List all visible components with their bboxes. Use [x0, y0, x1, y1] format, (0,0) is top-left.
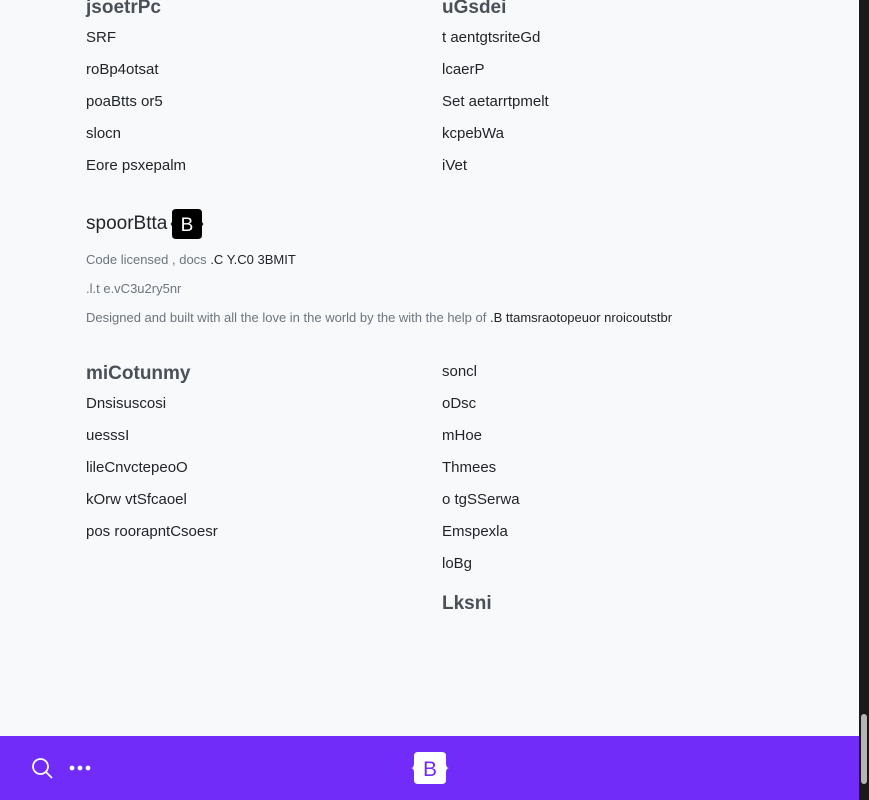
footer-link[interactable]: kOrw vtSfcaoel: [86, 484, 218, 516]
logo-letter: B: [181, 215, 194, 236]
license-text: Code licensed , docs: [86, 252, 207, 267]
footer-link[interactable]: t aentgtsriteGd: [442, 22, 549, 54]
brand-link[interactable]: spoorBtta B: [86, 207, 205, 241]
footer-link[interactable]: kcpebWa: [442, 118, 549, 150]
footer-link[interactable]: oDsc: [442, 388, 520, 420]
footer-link[interactable]: pos roorapntCsoesr: [86, 516, 218, 548]
credit-link[interactable]: .B ttamsraotopeuor nroicoutstbr: [490, 310, 672, 325]
license-line: Code licensed , docs .C Y.C0 3BMIT: [86, 252, 296, 267]
version-text: .l.t e.vC3u2ry5nr: [86, 281, 182, 296]
logo-letter: B: [423, 758, 437, 781]
footer-link[interactable]: poaBtts or5: [86, 86, 186, 118]
vertical-scrollbar[interactable]: [859, 0, 869, 800]
section-heading: jsoetrPc: [86, 0, 161, 18]
section-bottom-right: soncl oDsc mHoe Thmees o tgSSerwa Emspex…: [442, 356, 520, 616]
footer-content: jsoetrPc SRF roBp4otsat poaBtts or5 sloc…: [0, 0, 859, 736]
footer-link[interactable]: iVet: [442, 150, 549, 182]
bottom-navbar: B: [0, 736, 859, 800]
footer-link[interactable]: o tgSSerwa: [442, 484, 520, 516]
footer-link[interactable]: lcaerP: [442, 54, 549, 86]
footer-link[interactable]: Set aetarrtpmelt: [442, 86, 549, 118]
scrollbar-thumb[interactable]: [861, 714, 867, 784]
footer-link[interactable]: soncl: [442, 356, 520, 388]
more-horizontal-icon[interactable]: [68, 762, 92, 774]
footer-link[interactable]: SRF: [86, 22, 186, 54]
section-heading: uGsdei: [442, 0, 507, 18]
section-heading: Lksni: [442, 593, 492, 614]
search-icon[interactable]: [31, 757, 53, 779]
section-bottom-left: miCotunmy Dnsisuscosi uesssI lileCnvctep…: [86, 362, 218, 548]
version-line: .l.t e.vC3u2ry5nr: [86, 281, 181, 296]
bootstrap-logo-icon[interactable]: B: [410, 750, 450, 786]
footer-link[interactable]: Emspexla: [442, 516, 520, 548]
page: jsoetrPc SRF roBp4otsat poaBtts or5 sloc…: [0, 0, 869, 800]
footer-link[interactable]: roBp4otsat: [86, 54, 186, 86]
section-heading: miCotunmy: [86, 363, 191, 384]
footer-link[interactable]: slocn: [86, 118, 186, 150]
footer-link[interactable]: Thmees: [442, 452, 520, 484]
footer-link[interactable]: Dnsisuscosi: [86, 388, 218, 420]
credit-line: Designed and built with all the love in …: [86, 310, 672, 325]
section-top-left: jsoetrPc SRF roBp4otsat poaBtts or5 sloc…: [86, 0, 186, 182]
brand-name: spoorBtta: [86, 213, 168, 234]
bootstrap-logo-icon: B: [170, 209, 205, 239]
footer-link[interactable]: mHoe: [442, 420, 520, 452]
footer-link[interactable]: uesssI: [86, 420, 218, 452]
credit-text: Designed and built with all the love in …: [86, 310, 487, 325]
license-link[interactable]: .C Y.C0 3BMIT: [210, 252, 296, 267]
section-top-right: uGsdei t aentgtsriteGd lcaerP Set aetarr…: [442, 0, 549, 182]
footer-link[interactable]: loBg: [442, 548, 520, 580]
footer-link[interactable]: Eore psxepalm: [86, 150, 186, 182]
footer-link[interactable]: lileCnvctepeoO: [86, 452, 218, 484]
